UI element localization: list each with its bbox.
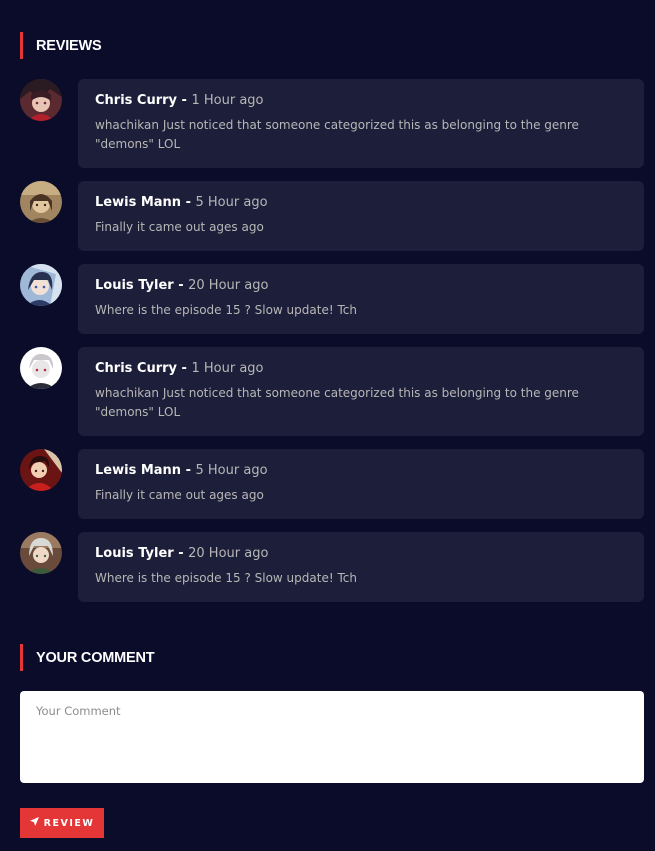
review-card: Lewis Mann - 5 Hour ago Finally it came … [78, 449, 644, 519]
reviewer-avatar [20, 449, 62, 491]
review-card: Chris Curry - 1 Hour ago whachikan Just … [78, 347, 644, 436]
review-header: Louis Tyler - 20 Hour ago [95, 544, 627, 564]
comment-title-text: YOUR COMMENT [36, 649, 155, 666]
review-text: Where is the episode 15 ? Slow update! T… [95, 571, 357, 585]
reviews-title-text: REVIEWS [36, 37, 102, 54]
review-text: whachikan Just noticed that someone cate… [95, 118, 579, 151]
reviews-list: Chris Curry - 1 Hour ago whachikan Just … [20, 79, 644, 615]
review-time: 20 Hour ago [188, 546, 269, 561]
reviewer-avatar [20, 181, 62, 223]
reviewer-name[interactable]: Louis Tyler - [95, 278, 188, 293]
review-header: Lewis Mann - 5 Hour ago [95, 193, 627, 213]
review-card: Louis Tyler - 20 Hour ago Where is the e… [78, 264, 644, 334]
review-button-label: REVIEW [43, 817, 95, 829]
comment-textarea[interactable] [20, 691, 644, 783]
reviewer-avatar [20, 532, 62, 574]
review-item: Louis Tyler - 20 Hour ago Where is the e… [20, 264, 644, 334]
review-card: Chris Curry - 1 Hour ago whachikan Just … [78, 79, 644, 168]
reviewer-name[interactable]: Lewis Mann - [95, 195, 196, 210]
review-card: Lewis Mann - 5 Hour ago Finally it came … [78, 181, 644, 251]
review-text: Where is the episode 15 ? Slow update! T… [95, 303, 357, 317]
review-header: Louis Tyler - 20 Hour ago [95, 276, 627, 296]
review-text: Finally it came out ages ago [95, 220, 264, 234]
comment-title: YOUR COMMENT [20, 644, 155, 671]
reviewer-avatar [20, 347, 62, 389]
review-item: Lewis Mann - 5 Hour ago Finally it came … [20, 181, 644, 251]
review-submit-button[interactable]: REVIEW [20, 808, 104, 838]
reviewer-avatar [20, 79, 62, 121]
review-card: Louis Tyler - 20 Hour ago Where is the e… [78, 532, 644, 602]
review-item: Louis Tyler - 20 Hour ago Where is the e… [20, 532, 644, 602]
review-time: 1 Hour ago [191, 361, 264, 376]
review-item: Chris Curry - 1 Hour ago whachikan Just … [20, 79, 644, 168]
reviewer-name[interactable]: Lewis Mann - [95, 463, 196, 478]
review-item: Chris Curry - 1 Hour ago whachikan Just … [20, 347, 644, 436]
reviewer-name[interactable]: Chris Curry - [95, 361, 191, 376]
send-icon [29, 817, 39, 829]
review-header: Chris Curry - 1 Hour ago [95, 359, 627, 379]
review-header: Lewis Mann - 5 Hour ago [95, 461, 627, 481]
review-text: whachikan Just noticed that someone cate… [95, 386, 579, 419]
reviewer-name[interactable]: Louis Tyler - [95, 546, 188, 561]
reviewer-avatar [20, 264, 62, 306]
reviews-title: REVIEWS [20, 32, 102, 59]
review-time: 5 Hour ago [195, 463, 268, 478]
review-text: Finally it came out ages ago [95, 488, 264, 502]
review-time: 20 Hour ago [188, 278, 269, 293]
reviewer-name[interactable]: Chris Curry - [95, 93, 191, 108]
review-time: 5 Hour ago [195, 195, 268, 210]
review-time: 1 Hour ago [191, 93, 264, 108]
review-item: Lewis Mann - 5 Hour ago Finally it came … [20, 449, 644, 519]
review-header: Chris Curry - 1 Hour ago [95, 91, 627, 111]
